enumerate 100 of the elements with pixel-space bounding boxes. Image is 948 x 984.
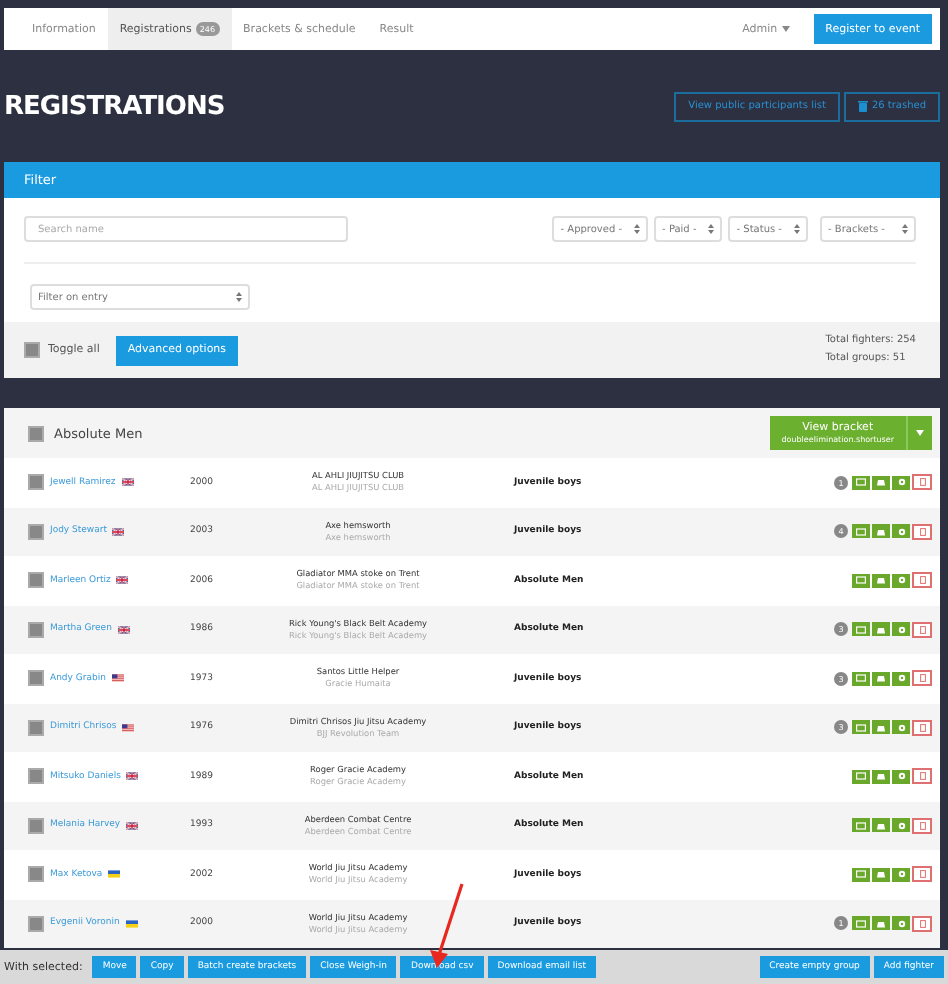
flag-icon (121, 478, 134, 487)
trash-icon (919, 527, 925, 536)
money-icon (856, 821, 866, 830)
settings-icon (897, 772, 905, 781)
trash-icon (919, 772, 925, 781)
money-button[interactable] (852, 573, 870, 588)
weigh-button[interactable] (872, 524, 890, 539)
row-checkbox[interactable] (28, 719, 44, 736)
money-button[interactable] (852, 524, 870, 539)
delete-button[interactable] (912, 670, 932, 687)
weigh-button[interactable] (872, 818, 890, 833)
weigh-button[interactable] (872, 769, 890, 784)
caret-icon (781, 26, 790, 32)
weigh-button[interactable] (872, 573, 890, 588)
scale-icon (876, 478, 886, 487)
select-arrows-icon (708, 224, 715, 234)
money-button[interactable] (852, 720, 870, 735)
flag-icon (126, 821, 139, 830)
settings-icon (897, 576, 905, 585)
trash-icon (919, 625, 925, 634)
settings-icon (897, 625, 905, 634)
settings-icon (897, 723, 905, 732)
row-checkbox[interactable] (28, 523, 44, 540)
flag-icon (116, 576, 129, 585)
trash-icon (919, 821, 925, 830)
money-button[interactable] (852, 867, 870, 882)
flag-icon (117, 625, 130, 634)
select-arrows-icon (634, 224, 641, 234)
money-icon (856, 772, 866, 781)
delete-button[interactable] (912, 474, 932, 491)
settings-button[interactable] (892, 916, 910, 931)
delete-button[interactable] (912, 817, 932, 834)
select-arrows-icon (794, 224, 800, 234)
settings-button[interactable] (892, 622, 910, 637)
settings-button[interactable] (892, 671, 910, 686)
delete-button[interactable] (912, 768, 932, 785)
weigh-button[interactable] (872, 867, 890, 882)
row-checkbox[interactable] (28, 915, 44, 932)
settings-button[interactable] (892, 867, 910, 882)
scale-icon (876, 625, 886, 634)
money-icon (856, 478, 866, 487)
delete-button[interactable] (912, 523, 932, 540)
row-checkbox[interactable] (28, 621, 44, 638)
settings-icon (897, 919, 905, 928)
delete-button[interactable] (912, 719, 932, 736)
weigh-button[interactable] (872, 671, 890, 686)
delete-button[interactable] (912, 572, 932, 589)
trash-icon (919, 478, 925, 487)
settings-button[interactable] (892, 769, 910, 784)
row-checkbox[interactable] (28, 572, 44, 589)
trash-icon (919, 674, 925, 683)
trash-icon (919, 723, 925, 732)
scale-icon (876, 723, 886, 732)
select-arrows-icon (236, 292, 242, 302)
settings-icon (897, 674, 905, 683)
toggle-all-checkbox[interactable] (24, 342, 40, 358)
caret-icon (916, 430, 924, 436)
money-button[interactable] (852, 475, 870, 490)
settings-icon (897, 821, 905, 830)
settings-button[interactable] (892, 818, 910, 833)
delete-button[interactable] (912, 621, 932, 638)
flag-icon (122, 723, 135, 732)
flag-icon (111, 674, 124, 683)
money-button[interactable] (852, 622, 870, 637)
money-button[interactable] (852, 671, 870, 686)
scale-icon (876, 527, 886, 536)
row-checkbox[interactable] (28, 768, 44, 785)
scale-icon (876, 821, 886, 830)
money-icon (856, 919, 866, 928)
settings-button[interactable] (892, 475, 910, 490)
row-checkbox[interactable] (28, 866, 44, 883)
money-button[interactable] (852, 916, 870, 931)
weigh-button[interactable] (872, 622, 890, 637)
row-checkbox[interactable] (28, 817, 44, 834)
scale-icon (876, 870, 886, 879)
scale-icon (876, 772, 886, 781)
money-button[interactable] (852, 769, 870, 784)
money-icon (856, 527, 866, 536)
row-checkbox[interactable] (28, 474, 44, 491)
settings-icon (897, 870, 905, 879)
trash-icon (919, 919, 925, 928)
money-icon (856, 576, 866, 585)
group-checkbox[interactable] (28, 425, 44, 441)
weigh-button[interactable] (872, 916, 890, 931)
settings-button[interactable] (892, 573, 910, 588)
settings-button[interactable] (892, 720, 910, 735)
weigh-button[interactable] (872, 475, 890, 490)
settings-icon (897, 527, 905, 536)
delete-button[interactable] (912, 866, 932, 883)
flag-icon (112, 527, 125, 536)
money-button[interactable] (852, 818, 870, 833)
scale-icon (876, 674, 886, 683)
row-checkbox[interactable] (28, 670, 44, 687)
select-arrows-icon (902, 224, 908, 234)
settings-button[interactable] (892, 524, 910, 539)
delete-button[interactable] (912, 915, 932, 932)
settings-icon (897, 478, 905, 487)
weigh-button[interactable] (872, 720, 890, 735)
trash-icon (857, 100, 868, 112)
trash-icon (919, 576, 925, 585)
